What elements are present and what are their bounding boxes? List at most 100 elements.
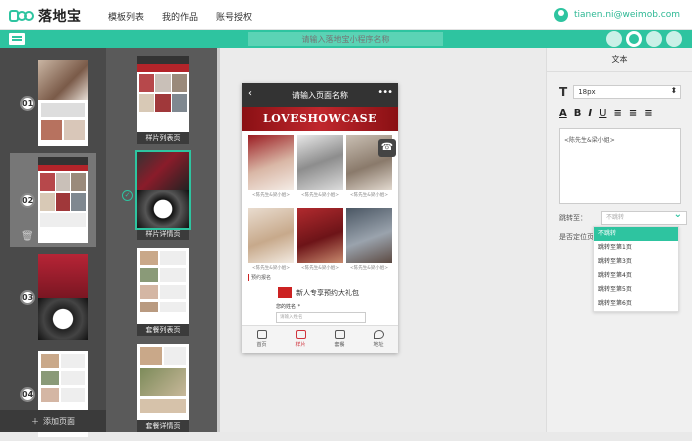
phone-page-title[interactable]: 请输入页面名称 [292,90,348,101]
main-nav: 模板列表 我的作品 账号授权 [108,10,252,23]
bold-icon[interactable]: B [574,108,582,119]
check-icon: ✓ [122,190,133,201]
template-item[interactable]: 套餐列表页 [137,248,189,336]
photo-grid: <陈先生&梁小姐> <陈先生&梁小姐> <陈先生&梁小姐> <陈先生&梁小姐> … [248,135,392,278]
template-label: 样片列表页 [137,132,189,144]
jump-dropdown: 不跳转 跳转至第1页 跳转至第3页 跳转至第4页 跳转至第5页 跳转至第6页 [593,226,679,312]
home-icon [256,330,267,339]
font-color-icon[interactable]: A [559,108,567,119]
toolbar-actions [606,31,682,47]
nav-templates[interactable]: 模板列表 [108,10,144,23]
user-avatar-icon [553,8,568,22]
photo-card[interactable]: <陈先生&梁小姐> [248,135,294,205]
underline-icon[interactable]: U [599,108,606,119]
app-logo[interactable]: 落地宝 [9,6,82,26]
user-email: tianen.ni@weimob.com [573,10,680,20]
photo-caption: <陈先生&梁小姐> [349,266,389,271]
logo-text: 落地宝 [38,9,82,25]
grid-icon [334,330,345,339]
align-left-icon[interactable]: ≡ [613,108,621,119]
page-item-02[interactable]: 02 🗑 [10,153,96,247]
template-thumbnail [135,150,191,230]
editor-toolbar [0,30,692,48]
template-item[interactable]: 样片列表页 [137,56,189,144]
font-size-row: T 18px [559,85,682,99]
jump-option[interactable]: 不跳转 [594,227,678,241]
template-thumbnail [137,344,189,420]
trash-icon[interactable]: 🗑 [21,231,34,242]
name-label: 您的姓名 * [276,304,301,310]
jump-option[interactable]: 跳转至第6页 [594,297,678,311]
more-icon[interactable]: ••• [377,87,393,98]
tab-address[interactable]: 地址 [359,326,398,353]
add-page-button[interactable]: ＋ 添加页面 [0,410,106,432]
template-label: 样片详情页 [137,228,189,240]
back-icon[interactable]: ‹ [248,88,252,99]
italic-icon[interactable]: I [588,108,592,119]
form-title: 预约报名 [248,274,392,281]
photo-caption: <陈先生&梁小姐> [300,266,340,271]
format-toolbar: A B I U ≡ ≡ ≡ [559,108,653,119]
jump-option[interactable]: 跳转至第5页 [594,283,678,297]
jump-label: 跳转至： [559,214,587,222]
gift-banner: 新人专享预约大礼包 [278,287,392,298]
gift-icon [278,287,292,298]
photo-caption: <陈先生&梁小姐> [300,193,340,198]
nav-my-works[interactable]: 我的作品 [162,10,198,23]
top-bar: 落地宝 模板列表 我的作品 账号授权 tianen.ni@weimob.com [0,0,692,30]
publish-icon[interactable] [666,31,682,47]
photo-caption: <陈先生&梁小姐> [251,193,291,198]
add-page-label: 添加页面 [43,416,75,426]
app-name-input[interactable] [248,32,443,46]
jump-option[interactable]: 跳转至第4页 [594,269,678,283]
jump-option[interactable]: 跳转至第1页 [594,241,678,255]
phone-tab-bar: 首页 样片 套餐 地址 [242,325,398,353]
text-content-area[interactable]: <陈先生&梁小姐> [559,128,681,204]
page-number: 02 [20,193,35,208]
template-panel: 样片列表页 样片详情页 套餐列表页 套餐详情页 [106,48,220,432]
template-item[interactable]: 套餐详情页 [137,344,189,432]
locate-row: 是否定位页 [559,232,594,242]
page-number: 03 [20,290,35,305]
font-size-select[interactable]: 18px [573,85,682,99]
phone-call-icon[interactable]: ☎ [378,139,396,157]
photo-card[interactable]: <陈先生&梁小姐> [248,208,294,278]
location-icon [373,330,384,339]
jump-option[interactable]: 跳转至第3页 [594,255,678,269]
template-label: 套餐列表页 [137,324,189,336]
template-item[interactable]: 样片详情页 [135,150,191,240]
locate-label: 是否定位页 [559,233,594,241]
phone-banner[interactable]: LOVESHOWCASE [242,107,398,131]
page-item-01[interactable]: 01 [10,56,96,150]
phone-preview: ‹ 请输入页面名称 ••• LOVESHOWCASE <陈先生&梁小姐> <陈先… [242,83,398,353]
user-menu[interactable]: tianen.ni@weimob.com [553,8,680,22]
template-thumbnail [137,56,189,132]
page-item-03[interactable]: 03 [10,250,96,344]
jump-select[interactable]: 不跳转 [601,209,687,225]
save-icon[interactable] [646,31,662,47]
nav-account-auth[interactable]: 账号授权 [216,10,252,23]
jump-row: 跳转至： 不跳转 [559,209,687,225]
photo-caption: <陈先生&梁小姐> [251,266,291,271]
name-input[interactable]: 请输入姓名 [276,312,366,323]
phone-header: ‹ 请输入页面名称 ••• [242,83,398,107]
menu-icon[interactable] [9,33,25,45]
logo-mark-icon [9,8,35,24]
preview-icon[interactable] [626,31,642,47]
photo-card[interactable]: <陈先生&梁小姐> [297,135,343,205]
photo-card[interactable]: <陈先生&梁小姐> [346,208,392,278]
tab-packages[interactable]: 套餐 [320,326,359,353]
align-center-icon[interactable]: ≡ [629,108,637,119]
template-label: 套餐详情页 [137,420,189,432]
font-size-icon: T [559,85,568,99]
tab-home[interactable]: 首页 [242,326,281,353]
template-thumbnail [137,248,189,324]
page-number: 04 [20,387,35,402]
booking-form: 预约报名 新人专享预约大礼包 您的姓名 * 请输入姓名 [248,274,392,323]
page-thumbnail [38,60,88,146]
settings-icon[interactable] [606,31,622,47]
tab-samples[interactable]: 样片 [281,326,320,353]
align-right-icon[interactable]: ≡ [644,108,652,119]
photo-card[interactable]: <陈先生&梁小姐> [297,208,343,278]
page-number: 01 [20,96,35,111]
